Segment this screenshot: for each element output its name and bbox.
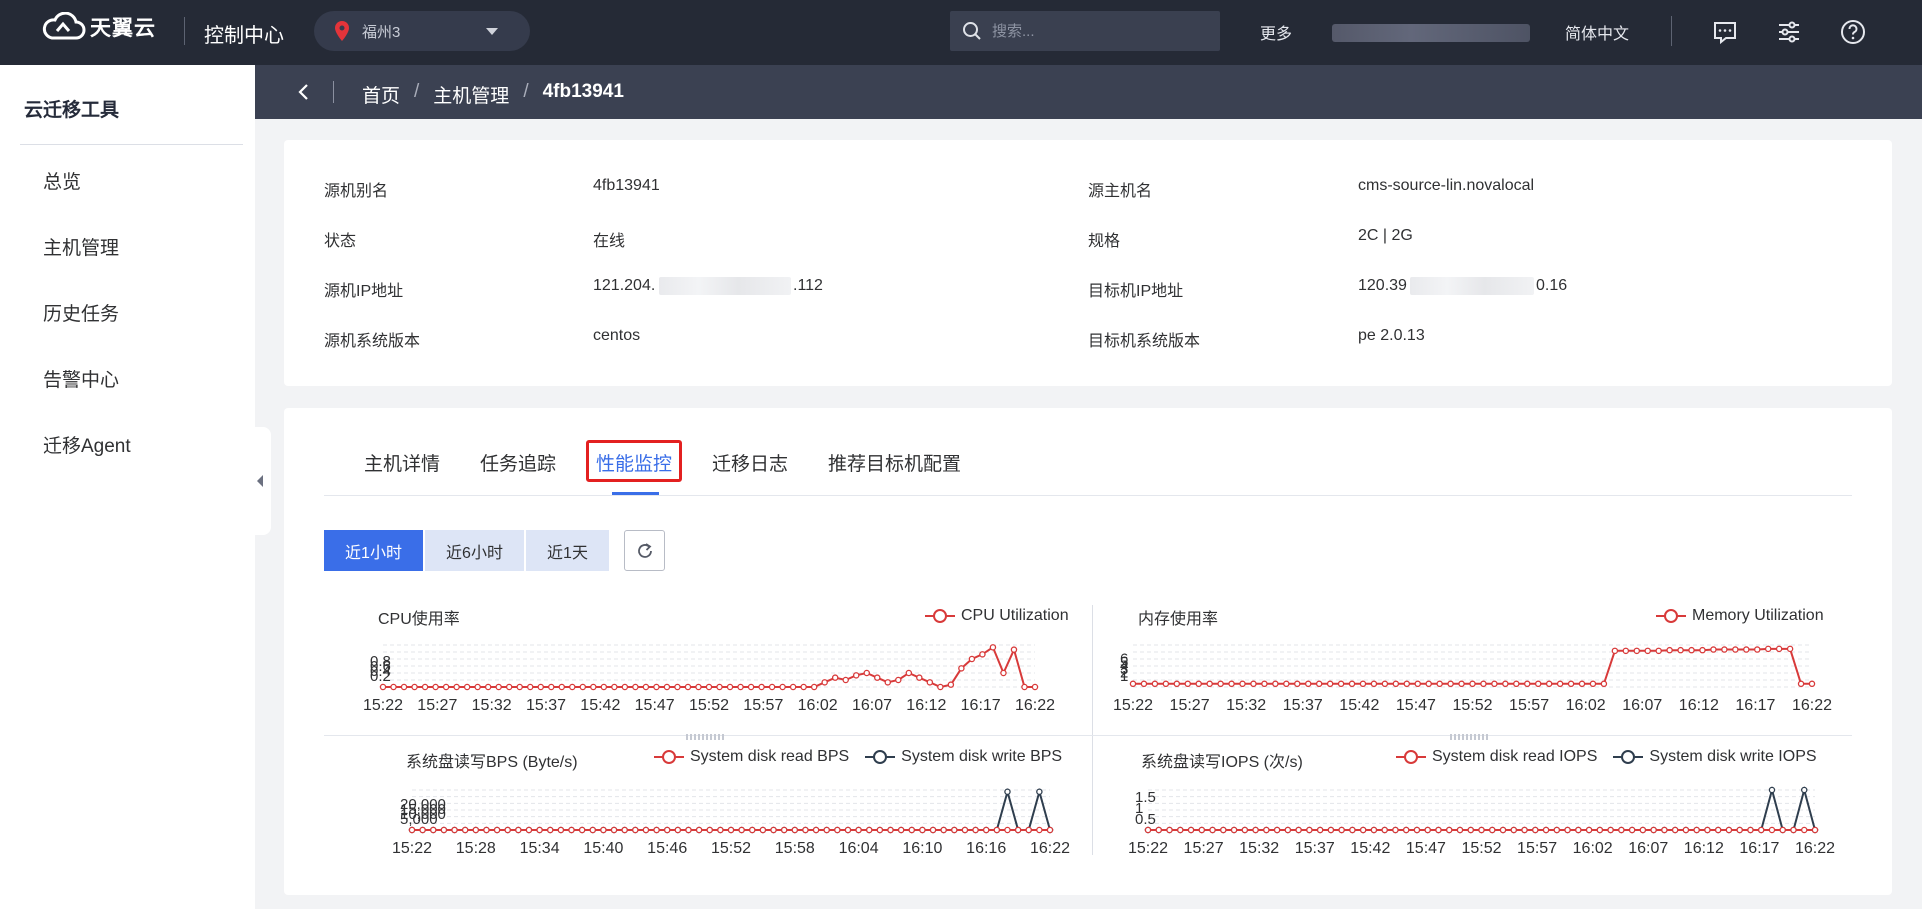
iops-data-point bbox=[1198, 826, 1206, 834]
iops-data-point bbox=[1381, 826, 1388, 834]
iops-data-point bbox=[1424, 826, 1431, 834]
iops-data-point bbox=[1650, 826, 1657, 834]
iops-data-point bbox=[1671, 826, 1679, 834]
iops-data-point bbox=[1757, 826, 1765, 834]
iops-data-point bbox=[1768, 786, 1776, 794]
iops-data-point bbox=[1467, 826, 1474, 834]
iops-data-point bbox=[1693, 826, 1700, 834]
iops-x-tick-label: 16:22 bbox=[1795, 840, 1835, 857]
iops-data-point bbox=[1144, 826, 1152, 834]
iops-data-point bbox=[1521, 826, 1528, 834]
iops-data-point bbox=[1435, 826, 1442, 834]
iops-x-tick-label: 15:47 bbox=[1406, 840, 1446, 857]
iops-data-point bbox=[1779, 826, 1786, 834]
iops-data-point bbox=[1402, 826, 1410, 834]
iops-data-point bbox=[1489, 826, 1496, 834]
iops-y-tick-label: 1.5 bbox=[1135, 789, 1156, 806]
iops-data-point bbox=[1359, 826, 1367, 834]
iops-data-point bbox=[1273, 826, 1281, 834]
iops-data-point bbox=[1553, 826, 1561, 834]
iops-chart: 0.511.515:22 15:27 15:32 15:37 15:42 15:47 15:… bbox=[1128, 786, 1835, 857]
iops-data-point bbox=[1499, 826, 1507, 834]
iops-x-tick-label: 15:32 bbox=[1239, 840, 1279, 857]
iops-data-point bbox=[1532, 826, 1539, 834]
iops-data-point bbox=[1800, 826, 1808, 834]
iops-data-point bbox=[1607, 826, 1614, 834]
iops-data-point bbox=[1166, 826, 1173, 834]
iops-data-point bbox=[1316, 826, 1324, 834]
iops-data-point bbox=[1661, 826, 1668, 834]
iops-x-tick-label: 16:07 bbox=[1628, 840, 1668, 857]
iops-data-point bbox=[1155, 826, 1163, 834]
iops-x-tick-label: 16:12 bbox=[1684, 840, 1724, 857]
iops-data-point bbox=[1306, 826, 1313, 834]
iops-data-point bbox=[1596, 826, 1604, 834]
iops-data-point bbox=[1714, 826, 1722, 834]
iops-data-point bbox=[1704, 826, 1711, 834]
iops-data-point bbox=[1327, 826, 1335, 834]
iops-data-point bbox=[1682, 826, 1690, 834]
iops-data-point bbox=[1768, 826, 1776, 834]
iops-data-point bbox=[1252, 826, 1259, 834]
iops-data-point bbox=[1177, 826, 1184, 834]
iops-data-point bbox=[1790, 826, 1797, 834]
iops-data-point bbox=[1585, 826, 1593, 834]
iops-data-point bbox=[1284, 826, 1292, 834]
iops-x-tick-label: 15:42 bbox=[1350, 840, 1390, 857]
iops-x-tick-label: 15:27 bbox=[1184, 840, 1224, 857]
iops-data-point bbox=[1542, 826, 1550, 834]
iops-data-point bbox=[1564, 826, 1571, 834]
iops-data-point bbox=[1230, 826, 1238, 834]
iops-data-point bbox=[1618, 826, 1625, 834]
iops-data-point bbox=[1209, 826, 1216, 834]
iops-data-point bbox=[1295, 826, 1302, 834]
iops-data-point bbox=[1187, 826, 1195, 834]
iops-data-point bbox=[1747, 826, 1754, 834]
iops-x-tick-label: 16:17 bbox=[1739, 840, 1779, 857]
iops-data-point bbox=[1628, 826, 1636, 834]
iops-data-point bbox=[1370, 826, 1378, 834]
iops-x-tick-label: 15:57 bbox=[1517, 840, 1557, 857]
iops-data-point bbox=[1338, 826, 1345, 834]
iops-data-point bbox=[1445, 826, 1453, 834]
iops-x-tick-label: 15:52 bbox=[1461, 840, 1501, 857]
iops-data-point bbox=[1478, 826, 1485, 834]
iops-data-point bbox=[1639, 826, 1647, 834]
iops-data-point bbox=[1392, 826, 1399, 834]
iops-data-point bbox=[1220, 826, 1227, 834]
iops-x-tick-label: 15:22 bbox=[1128, 840, 1168, 857]
iops-data-point bbox=[1811, 826, 1819, 834]
iops-data-point bbox=[1413, 826, 1421, 834]
iops-data-point bbox=[1456, 826, 1464, 834]
iops-data-point bbox=[1241, 826, 1249, 834]
iops-data-point bbox=[1575, 826, 1582, 834]
iops-data-point bbox=[1725, 826, 1733, 834]
iops-data-point bbox=[1800, 786, 1808, 794]
iops-x-tick-label: 15:37 bbox=[1295, 840, 1335, 857]
iops-data-point bbox=[1736, 826, 1743, 834]
iops-data-point bbox=[1510, 826, 1518, 834]
iops-data-point bbox=[1349, 826, 1356, 834]
iops-x-tick-label: 16:02 bbox=[1573, 840, 1613, 857]
iops-data-point bbox=[1263, 826, 1270, 834]
